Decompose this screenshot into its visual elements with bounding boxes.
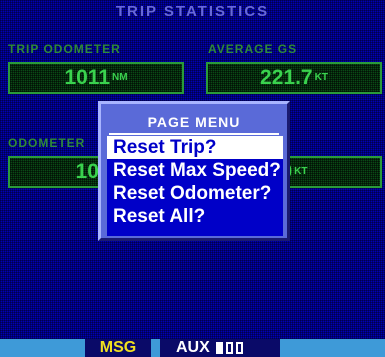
average-gs-unit: KT [314,72,328,84]
aux-group-label: AUX [176,339,210,356]
menu-item-reset-trip[interactable]: Reset Trip? [107,136,283,159]
odometer-value: 10 [75,160,99,183]
menu-item-reset-all[interactable]: Reset All? [107,205,283,228]
page-menu-list: Reset Trip? Reset Max Speed? Reset Odome… [107,136,283,236]
page-indicator [216,342,243,354]
menu-item-reset-max-speed[interactable]: Reset Max Speed? [107,159,283,182]
page-menu-title: PAGE MENU [147,114,241,130]
average-gs-label: AVERAGE GS [208,42,298,56]
trip-odometer-field: 1011 NM [8,62,184,94]
trip-odometer-unit: NM [112,72,128,84]
trip-odometer-label: TRIP ODOMETER [8,42,121,56]
menu-item-reset-odometer[interactable]: Reset Odometer? [107,182,283,205]
page-title: TRIP STATISTICS [115,3,270,20]
page-indicator-segment-3 [236,342,243,354]
page-menu-divider [109,133,279,135]
trip-statistics-page: TRIP STATISTICS TRIP ODOMETER 1011 NM AVE… [0,0,385,339]
aux-page-group: AUX [160,339,280,357]
max-speed-unit: KT [294,166,308,178]
average-gs-field: 221.7 KT [206,62,382,94]
page-indicator-segment-1 [216,342,223,354]
trip-odometer-value: 1011 [64,66,110,89]
page-menu: PAGE MENU Reset Trip? Reset Max Speed? R… [98,101,290,241]
page-indicator-segment-2 [226,342,233,354]
average-gs-value: 221.7 [260,66,313,89]
msg-button[interactable]: MSG [85,339,151,357]
